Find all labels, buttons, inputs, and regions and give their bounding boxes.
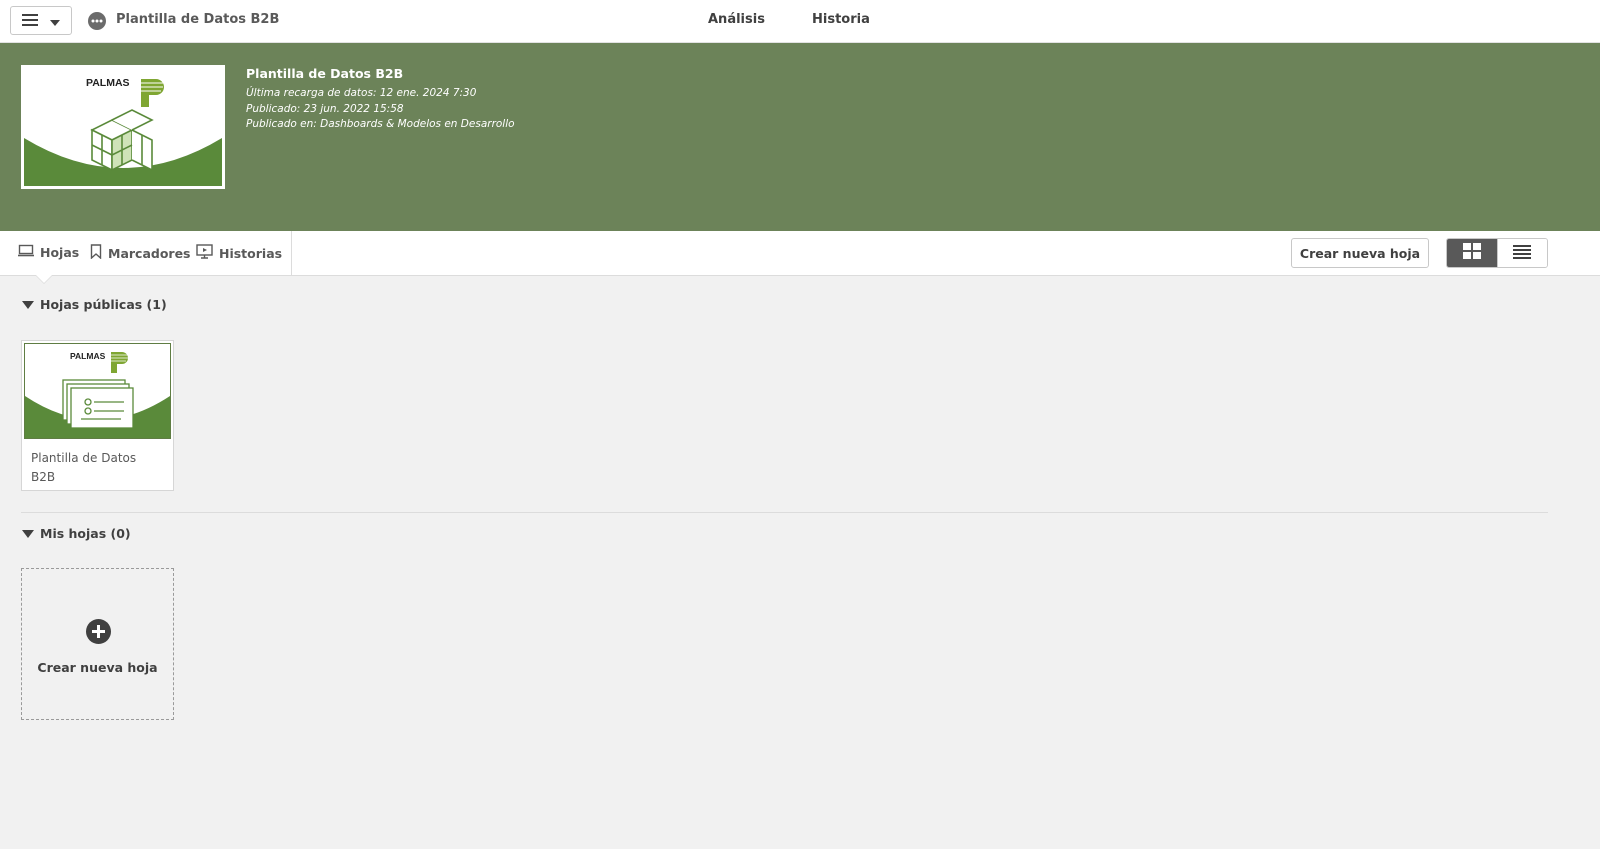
tab-bookmarks[interactable]: Marcadores <box>90 244 191 262</box>
create-new-sheet-button[interactable]: Crear nueva hoja <box>1291 238 1429 268</box>
app-name: Plantilla de Datos B2B <box>246 66 404 81</box>
grid-view-button[interactable] <box>1447 239 1497 267</box>
story-icon <box>196 244 213 262</box>
list-view-button[interactable] <box>1496 239 1547 267</box>
sheet-thumbnail: PALMAS <box>24 343 171 439</box>
collapse-triangle-icon <box>22 300 34 309</box>
chevron-down-icon <box>50 11 60 30</box>
sheet-logo-text: PALMAS <box>70 351 106 361</box>
create-new-sheet-label: Crear nueva hoja <box>37 660 158 675</box>
section-divider <box>21 512 1548 513</box>
app-options-icon[interactable] <box>88 12 106 30</box>
sheet-card[interactable]: PALMAS Plantilla de Datos B2B <box>21 340 174 491</box>
tab-stories-label: Historias <box>219 245 283 261</box>
my-sheets-title: Mis hojas (0) <box>40 526 131 541</box>
tab-story[interactable]: Historia <box>812 12 870 27</box>
app-thumbnail: PALMAS <box>21 65 225 189</box>
tab-sheets[interactable]: Hojas <box>18 244 79 260</box>
palmas-logo-image: PALMAS <box>24 68 222 186</box>
tab-bookmarks-label: Marcadores <box>108 245 191 261</box>
toolbar-divider <box>291 231 292 275</box>
create-new-sheet-card[interactable]: Crear nueva hoja <box>21 568 174 720</box>
public-sheets-header[interactable]: Hojas públicas (1) <box>22 297 167 312</box>
plus-icon <box>86 619 111 644</box>
tab-analysis[interactable]: Análisis <box>708 12 765 27</box>
grid-icon <box>1462 243 1481 263</box>
published-date-text: Publicado: 23 jun. 2022 15:58 <box>246 103 404 115</box>
palmas-sheet-image: PALMAS <box>25 344 170 438</box>
active-tab-pointer <box>36 275 52 283</box>
tab-sheets-label: Hojas <box>40 244 80 260</box>
view-mode-toggle <box>1446 238 1548 268</box>
top-bar: Plantilla de Datos B2B Análisis Historia <box>0 0 1600 43</box>
main-menu-button[interactable] <box>10 6 72 35</box>
published-in-text: Publicado en: Dashboards & Modelos en De… <box>246 118 515 130</box>
sheet-icon <box>18 244 34 260</box>
collapse-triangle-icon <box>22 529 34 538</box>
tab-stories[interactable]: Historias <box>196 244 282 262</box>
logo-text: PALMAS <box>86 77 130 89</box>
asset-toolbar: Hojas Marcadores Historias Crear nueva h… <box>0 231 1600 284</box>
sheet-title: Plantilla de Datos B2B <box>31 451 137 484</box>
my-sheets-header[interactable]: Mis hojas (0) <box>22 526 131 541</box>
bookmark-icon <box>90 244 102 262</box>
documents-icon <box>62 379 134 429</box>
last-reload-text: Última recarga de datos: 12 ene. 2024 7:… <box>246 87 477 99</box>
public-sheets-title: Hojas públicas (1) <box>40 297 167 312</box>
hamburger-icon <box>22 11 38 30</box>
list-icon <box>1513 244 1532 263</box>
app-header-banner: PALMAS Plantilla de Datos B2B Última rec… <box>0 43 1600 231</box>
app-title: Plantilla de Datos B2B <box>116 12 280 27</box>
